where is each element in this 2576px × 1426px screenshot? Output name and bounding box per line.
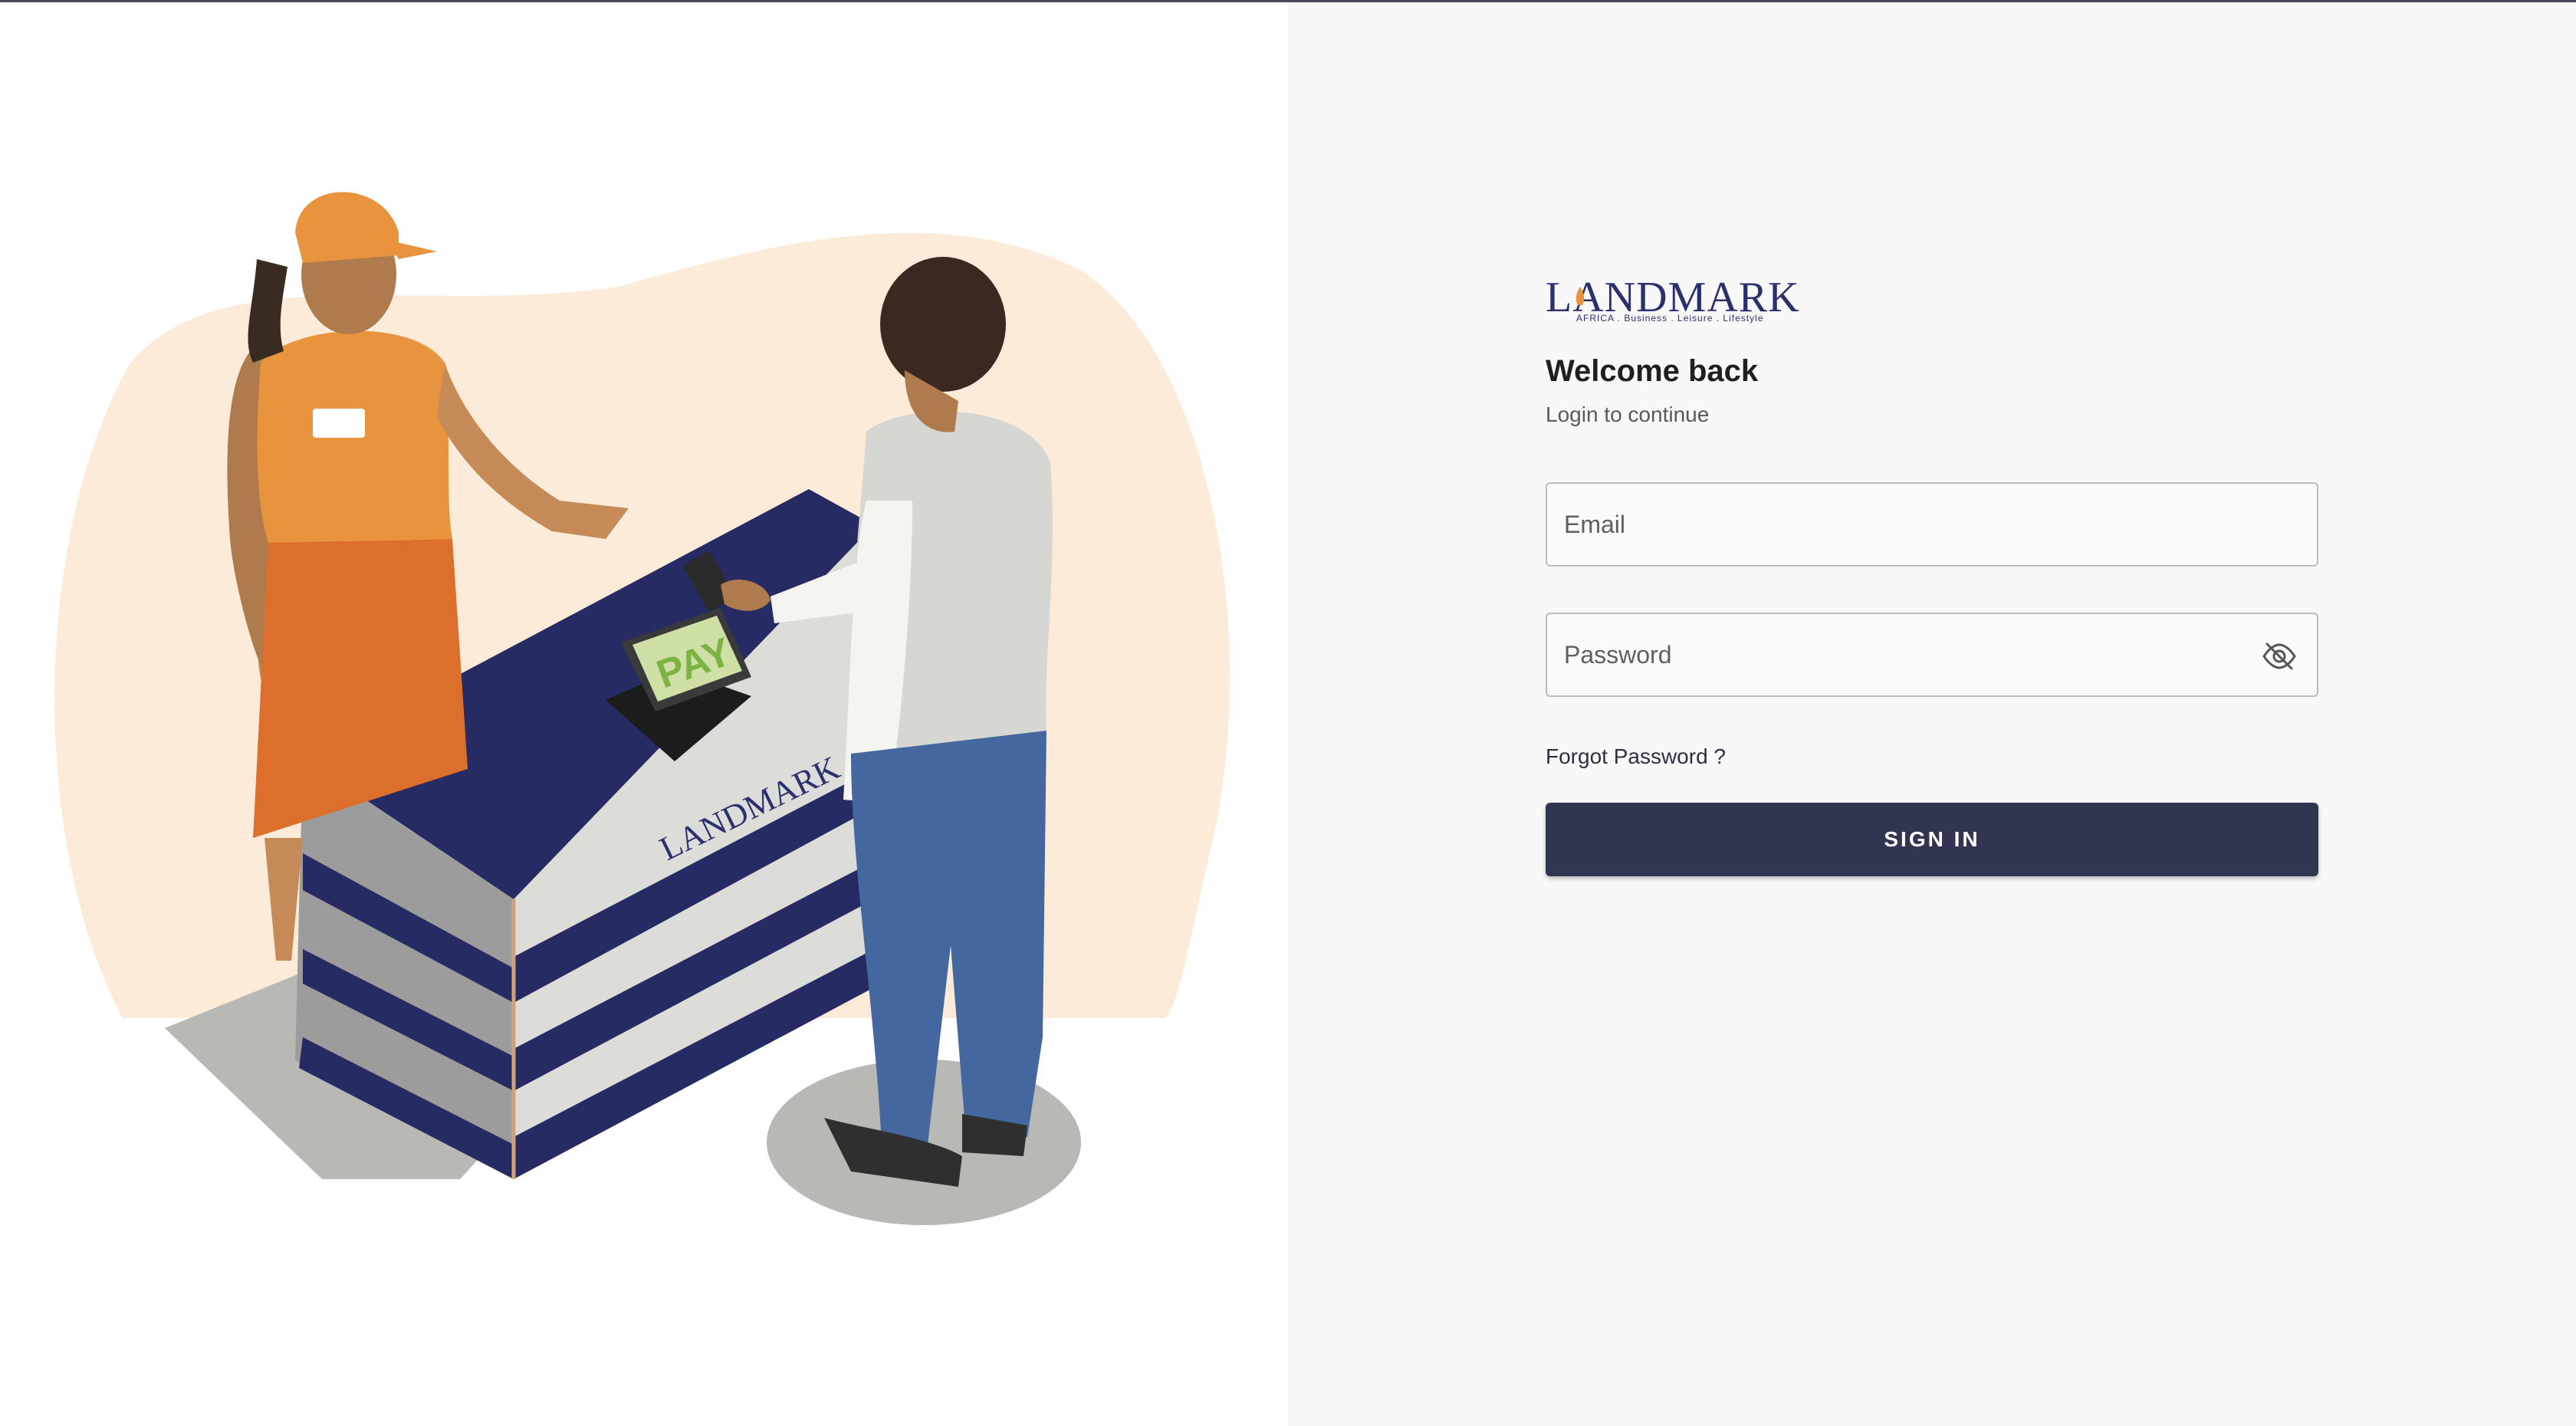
email-field-container (1546, 482, 2318, 567)
sign-in-button[interactable]: SIGN IN (1546, 803, 2318, 876)
page-title: Welcome back (1546, 354, 1759, 388)
password-field-container (1546, 613, 2318, 697)
cashier-illustration: LANDMARK PAY (54, 192, 1230, 1225)
email-field[interactable] (1547, 484, 2317, 565)
flame-icon (1576, 287, 1585, 305)
login-panel: LANDMARK AFRICA . Business . Leisure . L… (1288, 2, 2576, 1426)
landmark-logo: LANDMARK AFRICA . Business . Leisure . L… (1546, 274, 1799, 325)
illustration-panel: LANDMARK PAY (0, 2, 1288, 1426)
forgot-password-link[interactable]: Forgot Password ? (1546, 744, 1726, 769)
logo-tagline: AFRICA . Business . Leisure . Lifestyle (1576, 313, 1764, 324)
password-field[interactable] (1547, 614, 2317, 695)
page-subtitle: Login to continue (1546, 402, 1710, 426)
eye-off-icon[interactable] (2260, 637, 2298, 675)
login-form: LANDMARK AFRICA . Business . Leisure . L… (1546, 274, 2318, 876)
